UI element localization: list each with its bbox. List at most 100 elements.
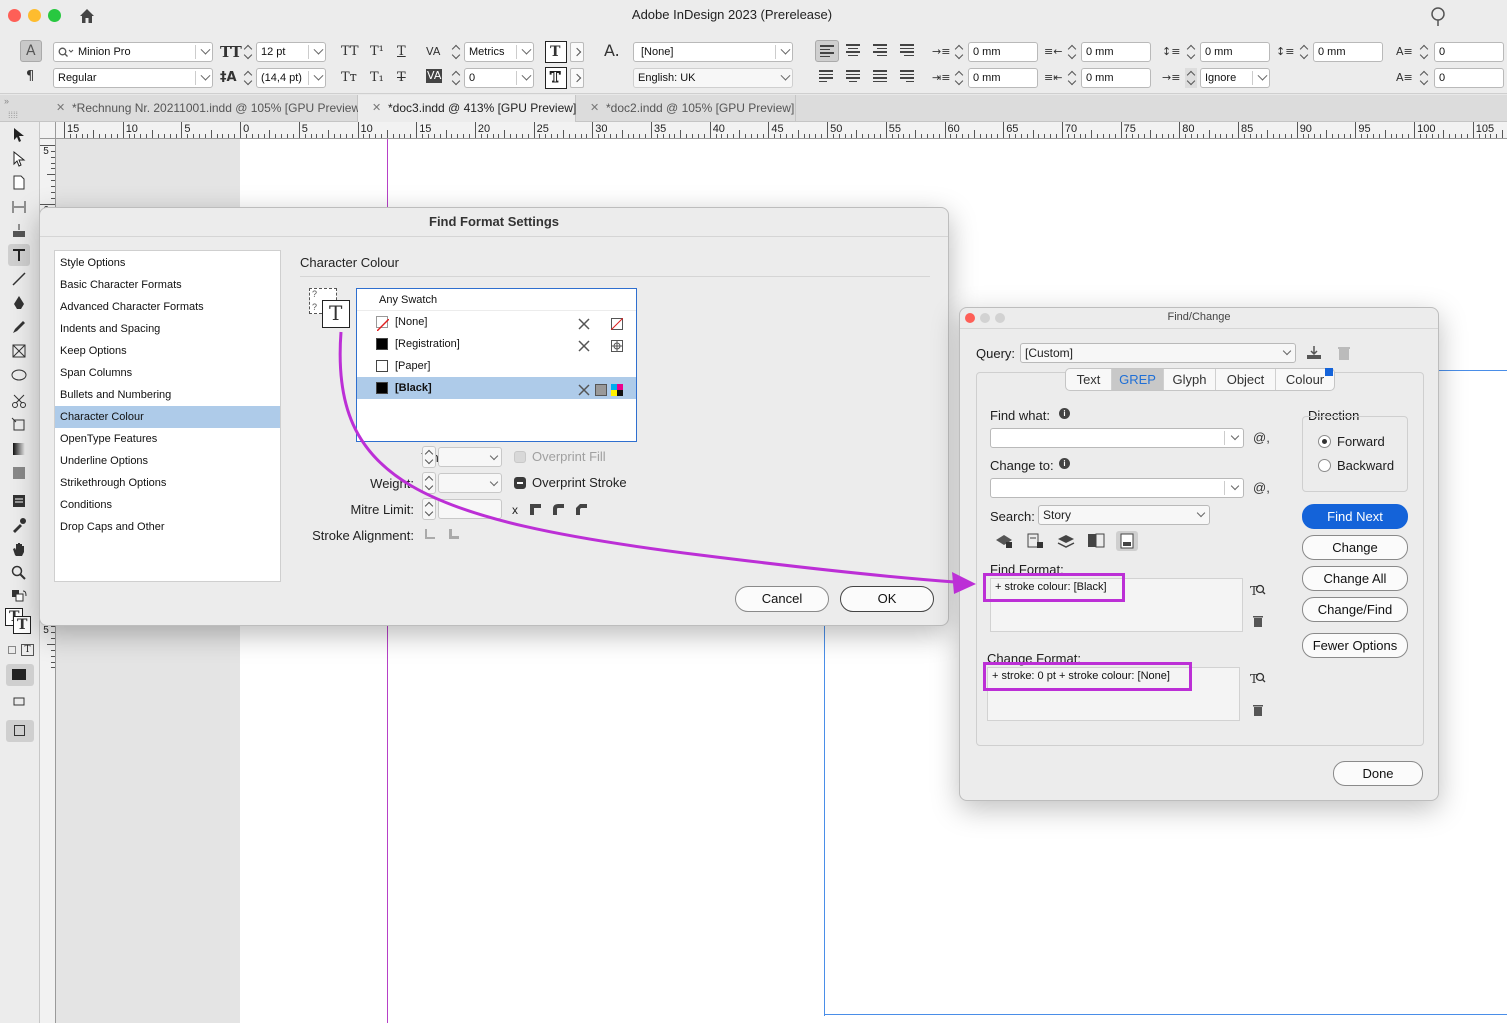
close-tab-icon[interactable]: ✕	[372, 95, 381, 122]
ellipse-tool-icon[interactable]	[8, 364, 30, 386]
pen-tool-icon[interactable]	[8, 292, 30, 314]
fill-menu-arrow[interactable]	[570, 42, 584, 62]
drop-cap-chars-stepper[interactable]	[1418, 68, 1430, 88]
include-footnotes-icon[interactable]	[1116, 531, 1138, 551]
category-item[interactable]: OpenType Features	[55, 428, 280, 450]
screen-mode-icon[interactable]	[6, 720, 34, 742]
tab-glyph[interactable]: Glyph	[1164, 369, 1216, 390]
save-query-icon[interactable]	[1306, 345, 1322, 361]
space-after-field[interactable]: 0 mm	[1313, 42, 1383, 62]
swatch-item[interactable]: [Paper]	[357, 355, 636, 377]
fewer-options-button[interactable]: Fewer Options	[1302, 633, 1408, 658]
change-to-input[interactable]	[990, 478, 1244, 498]
overprint-stroke-checkbox[interactable]	[514, 477, 526, 489]
category-item[interactable]: Conditions	[55, 494, 280, 516]
content-collector-icon[interactable]	[8, 220, 30, 242]
specify-find-format-icon[interactable]: T	[1250, 582, 1266, 598]
clear-find-format-icon[interactable]	[1252, 614, 1264, 628]
character-mode-toggle[interactable]: A	[20, 40, 42, 62]
last-line-indent-stepper[interactable]	[1066, 68, 1078, 88]
strikethrough-icon[interactable]: T	[397, 69, 406, 87]
tab-rechnung[interactable]: ✕ *Rechnung Nr. 20211001.indd @ 105% [GP…	[42, 95, 363, 122]
first-line-indent-field[interactable]: 0 mm	[968, 68, 1038, 88]
close-tab-icon[interactable]: ✕	[56, 95, 65, 122]
note-tool-icon[interactable]	[8, 490, 30, 512]
special-characters-icon[interactable]: @,	[1253, 480, 1270, 495]
baseline-grid-stepper[interactable]	[1185, 68, 1197, 88]
swatch-item[interactable]: [Registration]	[357, 333, 636, 355]
bevel-join-icon[interactable]	[574, 502, 588, 516]
language-field[interactable]: English: UK	[633, 68, 793, 88]
preview-mode-icon[interactable]	[8, 690, 30, 712]
justify-all-button[interactable]	[869, 66, 893, 88]
space-after-stepper[interactable]	[1298, 42, 1310, 62]
find-what-input[interactable]	[990, 428, 1244, 448]
fill-stroke-toggle-icon[interactable]: ?? T	[309, 288, 353, 330]
superscript-icon[interactable]: T¹	[370, 43, 384, 61]
horizontal-ruler[interactable]: 15 10 5 0 5 10 15 20 25 30 35 40 45 50 55 60 65 70 75 80 85 9…	[56, 122, 1507, 139]
tab-object[interactable]: Object	[1216, 369, 1276, 390]
formatting-affects-text-icon[interactable]: T T	[5, 608, 35, 636]
font-size-field[interactable]: 12 pt	[256, 42, 326, 62]
delete-query-icon[interactable]	[1337, 345, 1351, 361]
tracking-stepper[interactable]	[450, 68, 462, 88]
lightbulb-icon[interactable]	[1430, 6, 1446, 28]
leading-field[interactable]: (14,4 pt)	[256, 68, 326, 88]
page-tool-icon[interactable]	[8, 172, 30, 194]
direct-selection-tool-icon[interactable]	[8, 148, 30, 170]
align-right-button[interactable]	[869, 40, 893, 62]
category-item[interactable]: Strikethrough Options	[55, 472, 280, 494]
change-button[interactable]: Change	[1302, 535, 1408, 560]
drop-cap-chars-field[interactable]: 0	[1434, 68, 1504, 88]
left-indent-stepper[interactable]	[953, 42, 965, 62]
small-caps-icon[interactable]: Tт	[341, 69, 357, 87]
free-transform-tool-icon[interactable]	[8, 414, 30, 436]
category-item[interactable]: Underline Options	[55, 450, 280, 472]
zoom-tool-icon[interactable]	[8, 562, 30, 584]
tab-doc2[interactable]: ✕ *doc2.indd @ 105% [GPU Preview]	[576, 95, 796, 122]
overprint-fill-checkbox[interactable]	[514, 451, 526, 463]
info-icon[interactable]: i	[1059, 458, 1070, 469]
justify-right-button[interactable]	[896, 66, 920, 88]
category-item[interactable]: Drop Caps and Other	[55, 516, 280, 538]
align-stroke-center-icon[interactable]	[424, 528, 436, 540]
done-button[interactable]: Done	[1333, 761, 1423, 786]
ok-button[interactable]: OK	[840, 586, 934, 612]
rectangle-frame-tool-icon[interactable]	[8, 340, 30, 362]
default-fill-stroke-icon[interactable]	[8, 586, 30, 608]
normal-view-icon[interactable]	[6, 664, 34, 686]
search-scope-select[interactable]: Story	[1038, 505, 1210, 525]
text-stroke-icon[interactable]: T	[545, 67, 567, 89]
align-left-button[interactable]	[815, 40, 839, 62]
category-item[interactable]: Bullets and Numbering	[55, 384, 280, 406]
forward-radio[interactable]	[1318, 435, 1331, 448]
tab-grep[interactable]: GREP	[1112, 369, 1164, 390]
drop-cap-lines-stepper[interactable]	[1418, 42, 1430, 62]
swatch-item[interactable]: [Black]	[357, 377, 636, 399]
cancel-button[interactable]: Cancel	[735, 586, 829, 612]
formatting-container-icon[interactable]	[8, 646, 16, 654]
scissors-tool-icon[interactable]	[8, 390, 30, 412]
category-item[interactable]: Advanced Character Formats	[55, 296, 280, 318]
selection-tool-icon[interactable]	[8, 124, 30, 146]
tab-text[interactable]: Text	[1066, 369, 1112, 390]
swatch-item[interactable]: [None]	[357, 311, 636, 333]
miter-join-icon[interactable]	[528, 502, 542, 516]
mitre-limit-stepper[interactable]	[422, 498, 436, 520]
first-line-indent-stepper[interactable]	[953, 68, 965, 88]
paragraph-mode-toggle[interactable]: ¶	[26, 68, 34, 86]
change-all-button[interactable]: Change All	[1302, 566, 1408, 591]
toolbox-grip-icon[interactable]: ⁞⁞⁞⁞	[8, 110, 18, 120]
include-locked-stories-icon[interactable]	[1025, 532, 1045, 550]
justify-left-button[interactable]	[815, 66, 839, 88]
hand-tool-icon[interactable]	[8, 538, 30, 560]
text-fill-icon[interactable]: T	[545, 41, 567, 63]
specify-change-format-icon[interactable]: T	[1250, 670, 1266, 686]
category-item[interactable]: Basic Character Formats	[55, 274, 280, 296]
justify-center-button[interactable]	[842, 66, 866, 88]
panel-grip-icon[interactable]: ››	[4, 96, 9, 106]
include-locked-layers-icon[interactable]	[994, 532, 1014, 550]
space-before-field[interactable]: 0 mm	[1200, 42, 1270, 62]
subscript-icon[interactable]: T₁	[370, 69, 384, 87]
type-tool-icon[interactable]	[8, 244, 30, 266]
